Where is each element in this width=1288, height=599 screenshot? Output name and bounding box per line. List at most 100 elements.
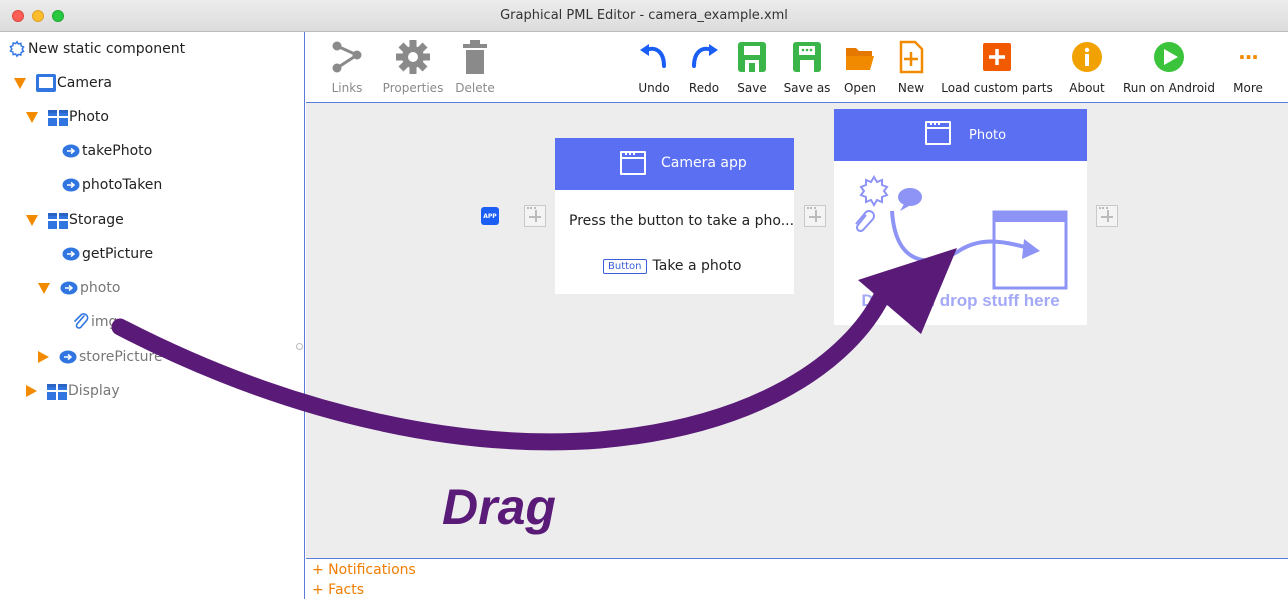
photo-card-title: Photo [969,128,1007,143]
floppy-disk-icon [738,42,766,72]
save-as-label: Save as [783,81,831,95]
drop-zone-illustration [855,175,1068,290]
run-on-android-label: Run on Android [1123,81,1215,95]
open-label: Open [843,81,877,95]
speech-bubble-icon [62,247,80,260]
gear-icon [396,40,430,74]
speech-bubble-icon [62,178,80,191]
toolbar: Links Properties Delete Undo Redo Save S… [306,32,1288,103]
component-tree: New static component Camera Photo takePh… [0,32,305,599]
camera-app-title: Camera app [661,155,747,171]
save-as-button[interactable]: Save as [782,32,832,102]
about-label: About [1069,81,1105,95]
tree-item-label: takePhoto [82,143,153,159]
load-custom-parts-button[interactable]: Load custom parts [940,32,1054,102]
add-after-camera-button[interactable] [804,205,826,227]
camera-app-text: Press the button to take a pho... [569,213,795,229]
gift-icon [47,382,67,400]
save-button[interactable]: Save [734,32,770,102]
window-icon [620,151,646,175]
collapsed-arrow-icon[interactable] [38,351,49,363]
new-document-icon [899,40,924,74]
folder-open-icon [846,48,874,70]
tree-item-label: Camera [57,75,112,91]
delete-button[interactable]: Delete [454,32,496,102]
window-title: Graphical PML Editor - camera_example.xm… [500,8,788,23]
tree-item-label: getPicture [82,246,154,262]
tree-item-display[interactable]: Display [26,380,120,402]
tree-root-label: New static component [28,41,186,57]
photo-card-header: Photo [834,109,1087,161]
speech-bubble-icon [60,281,78,294]
speech-bubble-icon [62,144,80,157]
links-button[interactable]: Links [324,32,370,102]
info-icon [1072,42,1102,72]
save-label: Save [737,81,767,95]
add-after-photo-button[interactable] [1096,205,1118,227]
more-button[interactable]: ··· More [1228,32,1268,102]
notifications-link[interactable]: + Notifications [306,560,1288,580]
title-bar: Graphical PML Editor - camera_example.xm… [0,0,1288,32]
trash-icon [463,40,487,74]
button-badge: Button [603,259,647,274]
app-badge[interactable]: APP [481,207,499,225]
expanded-arrow-icon[interactable] [38,282,50,294]
collapsed-arrow-icon[interactable] [26,385,37,397]
bottom-panel: + Notifications + Facts [306,560,1288,599]
tree-item-takephoto[interactable]: takePhoto [62,140,152,162]
tree-item-storepicture[interactable]: storePicture [38,346,163,368]
tree-item-label: photoTaken [82,177,163,193]
tree-item-label: storePicture [79,349,163,365]
about-button[interactable]: About [1064,32,1110,102]
properties-button[interactable]: Properties [380,32,446,102]
tree-item-getpicture[interactable]: getPicture [62,243,153,265]
camera-app-button-row[interactable]: Button Take a photo [603,258,741,274]
tree-item-label: photo [80,280,121,296]
links-label: Links [331,81,363,95]
expanded-arrow-icon[interactable] [26,214,38,226]
more-label: More [1233,81,1263,95]
device-icon [36,74,56,92]
expanded-arrow-icon[interactable] [14,77,26,89]
redo-button[interactable]: Redo [686,32,722,102]
camera-app-button-text: Take a photo [652,258,742,274]
photo-card[interactable]: Photo Drag and drop stuff here [834,109,1087,325]
window-icon [925,121,951,145]
undo-button[interactable]: Undo [634,32,674,102]
gear-outline-icon [9,40,25,58]
drop-hint: Drag and drop stuff here [861,291,1060,310]
facts-link[interactable]: + Facts [306,580,1288,599]
paperclip-icon [74,313,89,329]
tree-item-label: Photo [69,109,109,125]
new-button[interactable]: New [894,32,928,102]
redo-label: Redo [688,81,720,95]
tree-item-photo-param[interactable]: photo [38,277,120,299]
tree-item-phototaken[interactable]: photoTaken [62,174,162,196]
speech-bubble-icon [59,350,77,363]
tree-item-label: Storage [69,212,124,228]
open-button[interactable]: Open [840,32,880,102]
run-on-android-button[interactable]: Run on Android [1120,32,1218,102]
tree-item-photo[interactable]: Photo [26,106,109,128]
tree-item-root[interactable]: New static component [8,38,185,60]
tree-item-storage[interactable]: Storage [26,209,124,231]
properties-label: Properties [382,81,444,95]
add-before-camera-button[interactable] [524,205,546,227]
undo-label: Undo [638,81,670,95]
new-label: New [897,81,925,95]
plus-square-icon [983,43,1011,71]
floppy-disk-dots-icon [793,42,821,72]
tree-item-camera[interactable]: Camera [14,72,112,94]
undo-icon [640,44,666,68]
tree-item-img[interactable]: img [72,311,117,333]
load-custom-parts-label: Load custom parts [941,81,1053,95]
gift-icon [48,108,68,126]
camera-app-card[interactable]: Camera app Press the button to take a ph… [555,138,794,294]
expanded-arrow-icon[interactable] [26,111,38,123]
redo-icon [692,44,718,68]
delete-label: Delete [455,81,495,95]
gift-icon [48,211,68,229]
splitter-handle[interactable] [296,343,303,350]
more-dots-icon: ··· [1238,45,1259,69]
play-icon [1154,42,1184,72]
